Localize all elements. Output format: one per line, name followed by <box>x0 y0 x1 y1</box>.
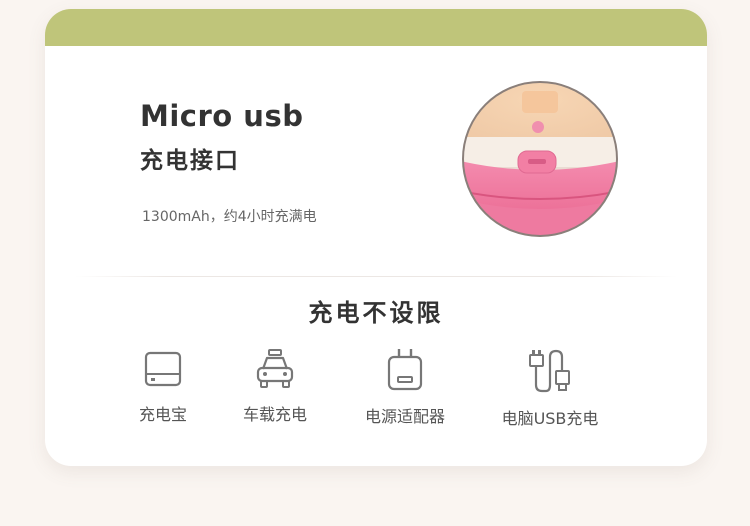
power-adapter-icon <box>387 349 423 391</box>
product-image <box>460 79 620 239</box>
section-divider <box>75 276 677 277</box>
charging-option-label: 电脑USB充电 <box>501 409 599 428</box>
feature-title-en: Micro usb <box>140 99 304 133</box>
charging-option-car: 车载充电 <box>235 347 315 437</box>
charging-option-label: 车载充电 <box>242 405 307 424</box>
usb-cable-icon <box>529 349 570 393</box>
section-title: 充电不设限 <box>308 299 444 327</box>
charging-option-usb: 电脑USB充电 <box>490 347 610 437</box>
feature-description: 1300mAh，约4小时充满电 <box>142 209 317 225</box>
car-icon <box>256 349 294 388</box>
feature-title-cn: 充电接口 <box>140 148 240 174</box>
charging-option-label: 电源适配器 <box>364 407 445 426</box>
charging-option-power-bank: 充电宝 <box>130 347 196 437</box>
charging-option-label: 充电宝 <box>138 405 187 424</box>
charging-option-adapter: 电源适配器 <box>355 347 455 437</box>
card-top-bar <box>45 9 707 46</box>
power-bank-icon <box>144 351 182 387</box>
feature-card: Micro usb 充电接口 1300mAh，约4小时充满电 充电不设限 充电宝… <box>45 9 707 466</box>
